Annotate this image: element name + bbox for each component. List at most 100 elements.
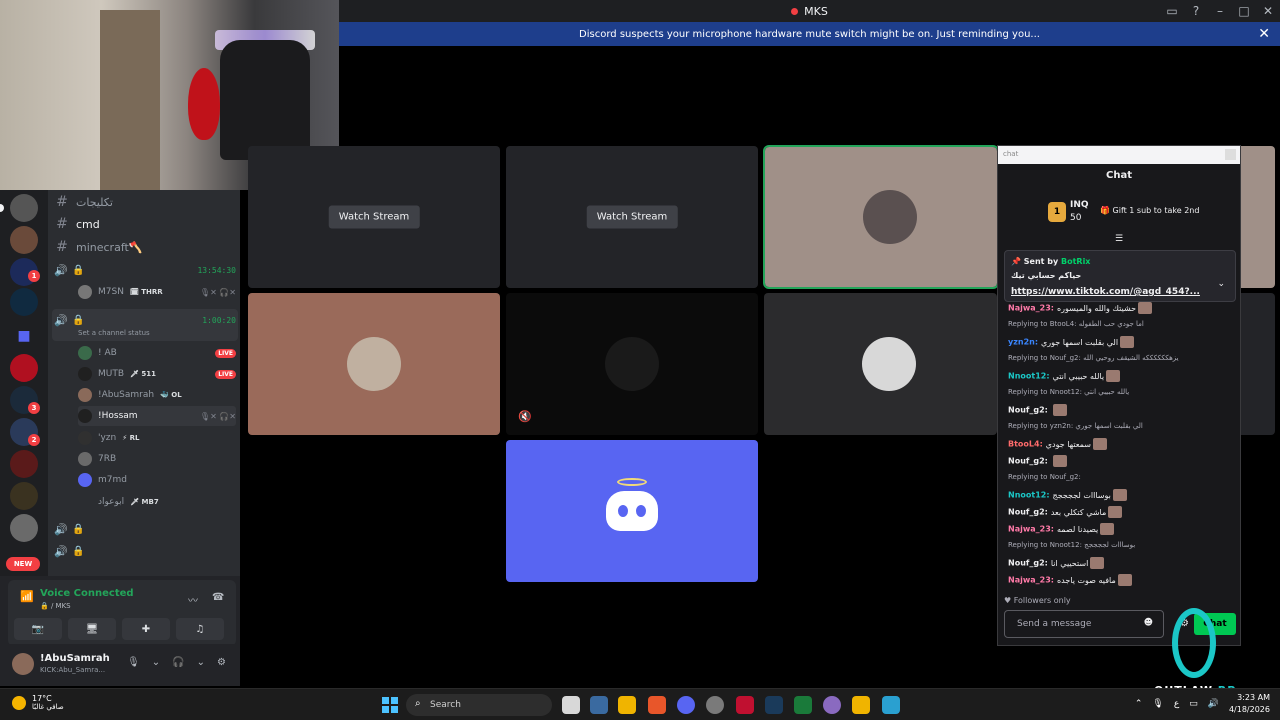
folder-icon[interactable]: ■ (10, 322, 38, 350)
voice-channel[interactable]: 🔊 🔒 13:54:30 (54, 260, 236, 280)
chat-message: BtooL4: سمعتها جودي (1008, 438, 1236, 450)
chat-username[interactable]: yzn2n: (1008, 338, 1038, 347)
chat-input[interactable]: Send a message ☻ (1004, 610, 1164, 638)
app-icon[interactable] (852, 696, 870, 714)
server-icon[interactable] (10, 288, 38, 316)
chat-username[interactable]: Najwa_23: (1008, 525, 1054, 534)
chat-username[interactable]: Nnoot12: (1008, 491, 1050, 500)
channel-status[interactable]: Set a channel status (78, 329, 150, 337)
server-icon[interactable] (10, 226, 38, 254)
participant-tile-default[interactable] (506, 440, 758, 582)
gift-sub-link[interactable]: 🎁 Gift 1 sub to take 2nd (1100, 206, 1199, 215)
participant-tile[interactable] (764, 293, 997, 435)
leader-name[interactable]: INQ (1070, 200, 1089, 210)
chat-username[interactable]: Nouf_g2: (1008, 457, 1048, 466)
app-icon[interactable] (736, 696, 754, 714)
disconnect-icon[interactable]: ☎ (212, 592, 224, 603)
stream-tile[interactable]: Watch Stream (506, 146, 758, 288)
app-icon[interactable] (882, 696, 900, 714)
channel-item[interactable]: # تكليجات (56, 192, 236, 212)
chat-url-bar[interactable]: chat (998, 146, 1240, 164)
maximize-button[interactable]: □ (1232, 4, 1256, 18)
watch-stream-button[interactable]: Watch Stream (328, 205, 420, 229)
server-icon[interactable] (10, 514, 38, 542)
voice-member[interactable]: 7RB (78, 449, 236, 469)
channel-item-minecraft[interactable]: # minecraft🪓 (56, 237, 236, 257)
weather-widget[interactable]: 17°C صافي غالبًا (12, 694, 64, 711)
channel-item-cmd[interactable]: # cmd (56, 214, 236, 234)
close-button[interactable]: ✕ (1256, 4, 1280, 18)
app-icon[interactable] (823, 696, 841, 714)
emote-icon (1052, 455, 1067, 467)
excel-icon[interactable] (794, 696, 812, 714)
participant-tile-edge[interactable] (1241, 293, 1275, 435)
voice-connected-label[interactable]: Voice Connected (40, 588, 134, 599)
signal-icon[interactable]: 📶 (20, 590, 34, 603)
file-explorer-icon[interactable] (618, 696, 636, 714)
chevron-down-icon[interactable]: ⌄ (152, 657, 160, 668)
chat-username[interactable]: Nouf_g2: (1008, 508, 1048, 517)
chevron-down-icon[interactable]: ⌄ (197, 657, 205, 668)
pinned-message[interactable]: 📌 Sent by BotRix حياكم حسابي تيك https:/… (1004, 250, 1236, 302)
screen-share-button[interactable]: 🖥 (68, 618, 116, 640)
clock[interactable]: 3:23 AM 4/18/2026 (1229, 692, 1270, 716)
microphone-icon[interactable]: 🎙 (1152, 699, 1163, 709)
volume-icon[interactable]: 🔊 (1208, 699, 1219, 709)
network-icon[interactable]: ▭ (1189, 699, 1198, 709)
voice-member[interactable]: MUTB 🗡 511 LIVE (78, 364, 236, 384)
soundboard-button[interactable]: ♫ (176, 618, 224, 640)
chat-username[interactable]: BtooL4: (1008, 440, 1043, 449)
microphone-icon[interactable]: 🎙 (127, 657, 140, 668)
gear-icon[interactable]: ⚙ (217, 657, 226, 668)
minimize-button[interactable]: – (1208, 4, 1232, 18)
server-icon[interactable] (10, 194, 38, 222)
task-view-icon[interactable] (562, 696, 580, 714)
voice-member-highlighted[interactable]: !Hossam 🎙✕ 🎧✕ (78, 406, 236, 426)
server-icon[interactable] (10, 450, 38, 478)
voice-member[interactable]: M7SN 🗓 THRR 🎙✕ 🎧✕ (78, 282, 236, 302)
steam-icon[interactable] (765, 696, 783, 714)
discord-app-icon[interactable] (677, 696, 695, 714)
chat-username[interactable]: Nouf_g2: (1008, 406, 1048, 415)
overlay-close-icon[interactable] (1225, 149, 1236, 160)
watch-stream-button[interactable]: Watch Stream (586, 205, 678, 229)
participant-tile[interactable]: 🔇 (506, 293, 758, 435)
server-icon[interactable] (10, 354, 38, 382)
chat-username[interactable]: Nouf_g2: (1008, 559, 1048, 568)
participant-tile[interactable] (248, 293, 500, 435)
chat-username[interactable]: Nnoot12: (1008, 372, 1050, 381)
noise-suppression-icon[interactable]: 〰 (188, 592, 198, 607)
help-icon[interactable]: ? (1184, 4, 1208, 18)
collapse-icon[interactable]: ☰ (1115, 234, 1123, 244)
language-indicator[interactable]: ع (1174, 699, 1179, 709)
server-icon[interactable] (10, 482, 38, 510)
voice-member[interactable]: ! AB LIVE (78, 343, 236, 363)
voice-member[interactable]: ابوعواد 🗡 MB7 (78, 492, 236, 512)
voice-channel[interactable]: 🔊 🔒 (54, 519, 236, 539)
chat-username[interactable]: Najwa_23: (1008, 576, 1054, 585)
username[interactable]: !AbuSamrah (40, 653, 110, 664)
voice-channel[interactable]: 🔊 🔒 (54, 541, 236, 561)
voice-member[interactable]: !AbuSamrah 🐳 OL (78, 385, 236, 405)
chat-username[interactable]: Najwa_23: (1008, 304, 1054, 313)
voice-member[interactable]: 'yzn ⚡ RL (78, 428, 236, 448)
inbox-icon[interactable]: ▭ (1160, 4, 1184, 18)
brave-browser-icon[interactable] (648, 696, 666, 714)
settings-app-icon[interactable] (590, 696, 608, 714)
voice-channel-active[interactable]: 🔊 🔒 1:00:20 (54, 310, 236, 330)
pinned-link[interactable]: https://www.tiktok.com/@agd_454?... (1011, 287, 1200, 297)
obs-app-icon[interactable] (706, 696, 724, 714)
taskbar-search[interactable]: ⌕ Search (406, 694, 552, 716)
activities-button[interactable]: ✚ (122, 618, 170, 640)
camera-off-button[interactable]: 📷 (14, 618, 62, 640)
stream-tile[interactable]: Watch Stream (248, 146, 500, 288)
windows-start-icon[interactable] (382, 697, 398, 713)
participant-tile-edge[interactable] (1241, 146, 1275, 288)
notice-close-icon[interactable]: ✕ (1258, 26, 1270, 42)
chevron-up-icon[interactable]: ⌃ (1135, 699, 1143, 709)
chevron-down-icon[interactable]: ⌄ (1217, 279, 1225, 289)
headphones-icon[interactable]: 🎧 (172, 657, 184, 668)
participant-tile-speaking[interactable] (763, 145, 999, 289)
voice-member[interactable]: m7md (78, 470, 236, 490)
avatar[interactable] (12, 653, 34, 675)
